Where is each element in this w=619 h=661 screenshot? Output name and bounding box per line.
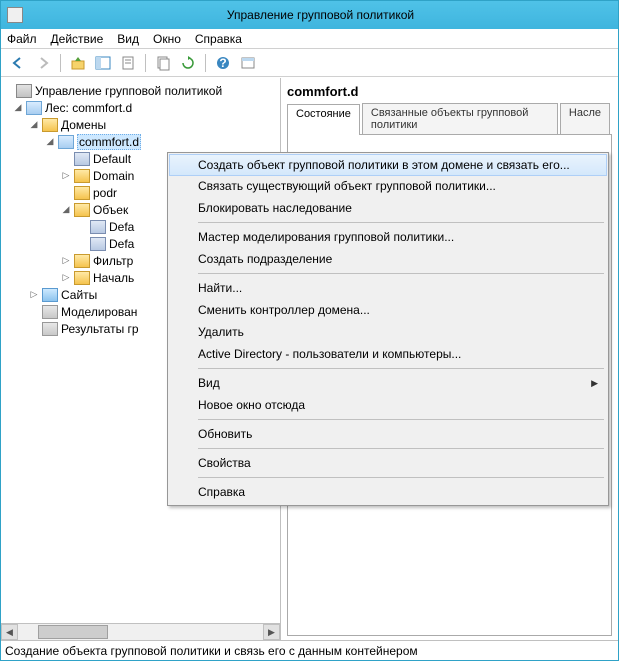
show-tree-button[interactable] [92, 52, 114, 74]
tree-sites[interactable]: Сайты [61, 288, 97, 302]
help-button[interactable]: ? [212, 52, 234, 74]
cm-block-inheritance[interactable]: Блокировать наследование [170, 197, 606, 219]
tree-domains[interactable]: Домены [61, 118, 106, 132]
expander[interactable]: ▷ [61, 170, 71, 181]
context-menu: Создать объект групповой политики в этом… [167, 152, 609, 506]
tree-gpo-1[interactable]: Defa [109, 220, 134, 234]
status-text: Создание объекта групповой политики и св… [5, 644, 418, 658]
cm-delete[interactable]: Удалить [170, 321, 606, 343]
details-heading: commfort.d [287, 82, 612, 103]
tree-forest[interactable]: Лес: commfort.d [45, 101, 132, 115]
gpo-icon [90, 220, 106, 234]
folder-icon [74, 254, 90, 268]
cm-modeling-wizard[interactable]: Мастер моделирования групповой политики.… [170, 226, 606, 248]
cm-view[interactable]: Вид ▶ [170, 372, 606, 394]
cm-aduc[interactable]: Active Directory - пользователи и компью… [170, 343, 606, 365]
expander[interactable]: ▷ [61, 255, 71, 266]
tree-modeling[interactable]: Моделирован [61, 305, 137, 319]
up-button[interactable] [67, 52, 89, 74]
cm-properties[interactable]: Свойства [170, 452, 606, 474]
expander[interactable]: ◢ [29, 119, 39, 130]
sites-icon [42, 288, 58, 302]
refresh-button[interactable] [177, 52, 199, 74]
menubar: Файл Действие Вид Окно Справка [1, 29, 618, 49]
back-button[interactable] [7, 52, 29, 74]
tree-default[interactable]: Default [93, 152, 131, 166]
options-button[interactable] [237, 52, 259, 74]
submenu-arrow-icon: ▶ [591, 378, 598, 389]
horizontal-scrollbar[interactable]: ◀ ▶ [1, 623, 280, 640]
properties-button[interactable] [117, 52, 139, 74]
tree-root[interactable]: Управление групповой политикой [35, 84, 222, 98]
ou-icon [74, 186, 90, 200]
tab-linked-gpos[interactable]: Связанные объекты групповой политики [362, 103, 558, 134]
gpo-icon [90, 237, 106, 251]
tab-inheritance[interactable]: Насле [560, 103, 610, 134]
tabs: Состояние Связанные объекты групповой по… [287, 103, 612, 135]
folder-icon [74, 203, 90, 217]
cm-change-dc[interactable]: Сменить контроллер домена... [170, 299, 606, 321]
tree-domain[interactable]: commfort.d [77, 134, 141, 150]
forward-button[interactable] [32, 52, 54, 74]
gpo-link-icon [74, 152, 90, 166]
folder-icon [42, 118, 58, 132]
cm-create-ou[interactable]: Создать подразделение [170, 248, 606, 270]
forest-icon [26, 101, 42, 115]
menu-action[interactable]: Действие [51, 32, 104, 46]
menu-view[interactable]: Вид [117, 32, 139, 46]
cm-link-existing-gpo[interactable]: Связать существующий объект групповой по… [170, 175, 606, 197]
ou-icon [74, 169, 90, 183]
cm-new-window[interactable]: Новое окно отсюда [170, 394, 606, 416]
expander[interactable]: ◢ [13, 102, 23, 113]
cm-find[interactable]: Найти... [170, 277, 606, 299]
expander[interactable]: ▷ [29, 289, 39, 300]
tree-domain-controllers[interactable]: Domain [93, 169, 134, 183]
scroll-left-button[interactable]: ◀ [1, 624, 18, 640]
results-icon [42, 322, 58, 336]
tree-gpo-2[interactable]: Defa [109, 237, 134, 251]
tab-status[interactable]: Состояние [287, 104, 360, 135]
menu-file[interactable]: Файл [7, 32, 37, 46]
menu-window[interactable]: Окно [153, 32, 181, 46]
titlebar[interactable]: Управление групповой политикой [1, 1, 618, 29]
scroll-thumb[interactable] [38, 625, 108, 639]
window-title: Управление групповой политикой [29, 8, 612, 22]
modeling-icon [42, 305, 58, 319]
expander[interactable]: ▷ [61, 272, 71, 283]
domain-icon [58, 135, 74, 149]
tree-starter[interactable]: Началь [93, 271, 134, 285]
folder-icon [74, 271, 90, 285]
svg-text:?: ? [219, 56, 226, 70]
statusbar: Создание объекта групповой политики и св… [1, 640, 618, 660]
tree-results[interactable]: Результаты гр [61, 322, 139, 336]
cm-create-gpo-link[interactable]: Создать объект групповой политики в этом… [169, 154, 607, 176]
scroll-right-button[interactable]: ▶ [263, 624, 280, 640]
app-icon [7, 7, 23, 23]
cm-refresh[interactable]: Обновить [170, 423, 606, 445]
cm-help[interactable]: Справка [170, 481, 606, 503]
menu-help[interactable]: Справка [195, 32, 242, 46]
copy-button[interactable] [152, 52, 174, 74]
expander[interactable]: ◢ [61, 204, 71, 215]
scroll-track[interactable] [18, 624, 263, 640]
toolbar: ? [1, 49, 618, 77]
tree-gpo-container[interactable]: Объек [93, 203, 128, 217]
tree-podr[interactable]: podr [93, 186, 117, 200]
tree-wmi[interactable]: Фильтр [93, 254, 133, 268]
console-root-icon [16, 84, 32, 98]
expander[interactable]: ◢ [45, 136, 55, 147]
cm-view-label: Вид [198, 376, 220, 390]
